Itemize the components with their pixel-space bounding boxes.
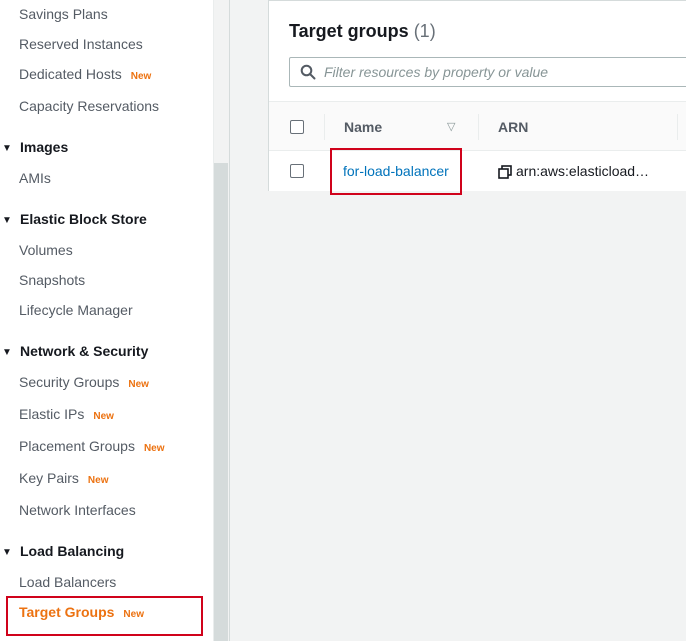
sidebar-item-volumes[interactable]: Volumes bbox=[0, 240, 73, 260]
highlight-box-target-groups bbox=[6, 596, 203, 636]
sidebar-section-network-security[interactable]: ▼ Network & Security bbox=[0, 341, 148, 363]
sidebar-item-dedicated-hosts[interactable]: Dedicated Hosts New bbox=[0, 64, 151, 87]
caret-down-icon: ▼ bbox=[2, 547, 12, 558]
new-badge: New bbox=[130, 71, 152, 82]
column-divider bbox=[677, 114, 678, 140]
filter-search-box[interactable] bbox=[289, 57, 686, 87]
sidebar-item-network-interfaces[interactable]: Network Interfaces bbox=[0, 500, 136, 520]
column-divider bbox=[324, 114, 325, 140]
new-badge: New bbox=[128, 379, 149, 390]
new-badge: New bbox=[93, 411, 114, 422]
sidebar-item-reserved-instances[interactable]: Reserved Instances bbox=[0, 34, 143, 54]
resource-count: (1) bbox=[413, 21, 436, 41]
sidebar-item-savings-plans[interactable]: Savings Plans bbox=[0, 4, 108, 24]
search-icon bbox=[300, 64, 316, 80]
sidebar-item-security-groups[interactable]: Security Groups New bbox=[0, 372, 149, 395]
caret-down-icon: ▼ bbox=[2, 215, 12, 226]
sidebar-divider bbox=[229, 0, 230, 641]
sidebar-item-snapshots[interactable]: Snapshots bbox=[0, 270, 85, 290]
column-header-arn[interactable]: ARN bbox=[498, 119, 528, 135]
copy-icon[interactable] bbox=[498, 165, 512, 179]
sidebar-section-images[interactable]: ▼ Images bbox=[0, 137, 68, 159]
sidebar-nav: Savings Plans Reserved Instances Dedicat… bbox=[0, 0, 213, 641]
caret-down-icon: ▼ bbox=[2, 347, 12, 358]
sort-descending-icon[interactable]: ▽ bbox=[447, 120, 455, 133]
column-divider bbox=[478, 114, 479, 140]
sidebar-item-lifecycle-manager[interactable]: Lifecycle Manager bbox=[0, 300, 133, 320]
sidebar-item-amis[interactable]: AMIs bbox=[0, 168, 51, 188]
caret-down-icon: ▼ bbox=[2, 143, 12, 154]
new-badge: New bbox=[87, 475, 109, 486]
sidebar-item-placement-groups[interactable]: Placement Groups New bbox=[0, 436, 165, 459]
new-badge: New bbox=[143, 443, 165, 454]
sidebar-scrollbar-thumb[interactable] bbox=[214, 163, 228, 641]
sidebar-item-elastic-ips[interactable]: Elastic IPs New bbox=[0, 404, 114, 427]
table-header: Name ▽ ARN bbox=[269, 101, 686, 151]
highlight-box-target-group-name bbox=[330, 148, 462, 195]
row-checkbox[interactable] bbox=[290, 164, 304, 178]
sidebar-section-ebs[interactable]: ▼ Elastic Block Store bbox=[0, 209, 147, 231]
filter-input[interactable] bbox=[324, 58, 684, 86]
column-header-name[interactable]: Name bbox=[344, 119, 382, 135]
sidebar-item-key-pairs[interactable]: Key Pairs New bbox=[0, 468, 108, 491]
arn-value: arn:aws:elasticload… bbox=[516, 163, 650, 179]
sidebar-section-load-balancing[interactable]: ▼ Load Balancing bbox=[0, 541, 124, 563]
sidebar-item-capacity-reservations[interactable]: Capacity Reservations bbox=[0, 96, 159, 116]
page-title: Target groups (1) bbox=[289, 21, 436, 41]
sidebar-item-load-balancers[interactable]: Load Balancers bbox=[0, 572, 116, 592]
select-all-checkbox[interactable] bbox=[290, 120, 304, 134]
